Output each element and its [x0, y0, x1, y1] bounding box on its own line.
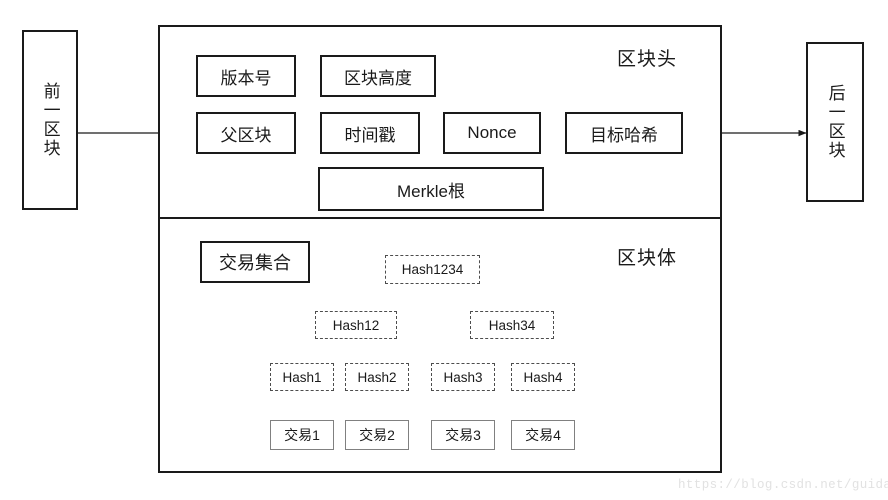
merkle-node-hash2[interactable]: Hash2: [345, 363, 409, 391]
field-parent-block[interactable]: 父区块: [196, 112, 296, 154]
field-target-hash[interactable]: 目标哈希: [565, 112, 683, 154]
block-header-caption: 区块头: [617, 49, 678, 70]
field-merkle-root[interactable]: Merkle根: [318, 167, 544, 211]
blockchain-structure-diagram: 前一区块 后一区块 区块头 版本号 区块高度 父区块 时间戳 Nonce 目标哈…: [0, 0, 888, 500]
field-block-height[interactable]: 区块高度: [320, 55, 436, 97]
merkle-node-hash1234[interactable]: Hash1234: [385, 255, 480, 284]
next-block-label: 后一区块: [825, 84, 845, 160]
block-body-caption: 区块体: [617, 248, 678, 269]
transaction-4[interactable]: 交易4: [511, 420, 575, 450]
field-timestamp[interactable]: 时间戳: [320, 112, 420, 154]
field-nonce[interactable]: Nonce: [443, 112, 541, 154]
header-body-divider: [158, 217, 722, 219]
merkle-node-hash34[interactable]: Hash34: [470, 311, 554, 339]
source-watermark: https://blog.csdn.net/guidao13: [678, 478, 888, 492]
prev-block-label: 前一区块: [40, 82, 60, 158]
merkle-node-hash4[interactable]: Hash4: [511, 363, 575, 391]
merkle-node-hash1[interactable]: Hash1: [270, 363, 334, 391]
field-version[interactable]: 版本号: [196, 55, 296, 97]
transaction-2[interactable]: 交易2: [345, 420, 409, 450]
transaction-3[interactable]: 交易3: [431, 420, 495, 450]
prev-block[interactable]: 前一区块: [22, 30, 78, 210]
merkle-node-hash12[interactable]: Hash12: [315, 311, 397, 339]
merkle-node-hash3[interactable]: Hash3: [431, 363, 495, 391]
next-block[interactable]: 后一区块: [806, 42, 864, 202]
transaction-set-box[interactable]: 交易集合: [200, 241, 310, 283]
transaction-1[interactable]: 交易1: [270, 420, 334, 450]
